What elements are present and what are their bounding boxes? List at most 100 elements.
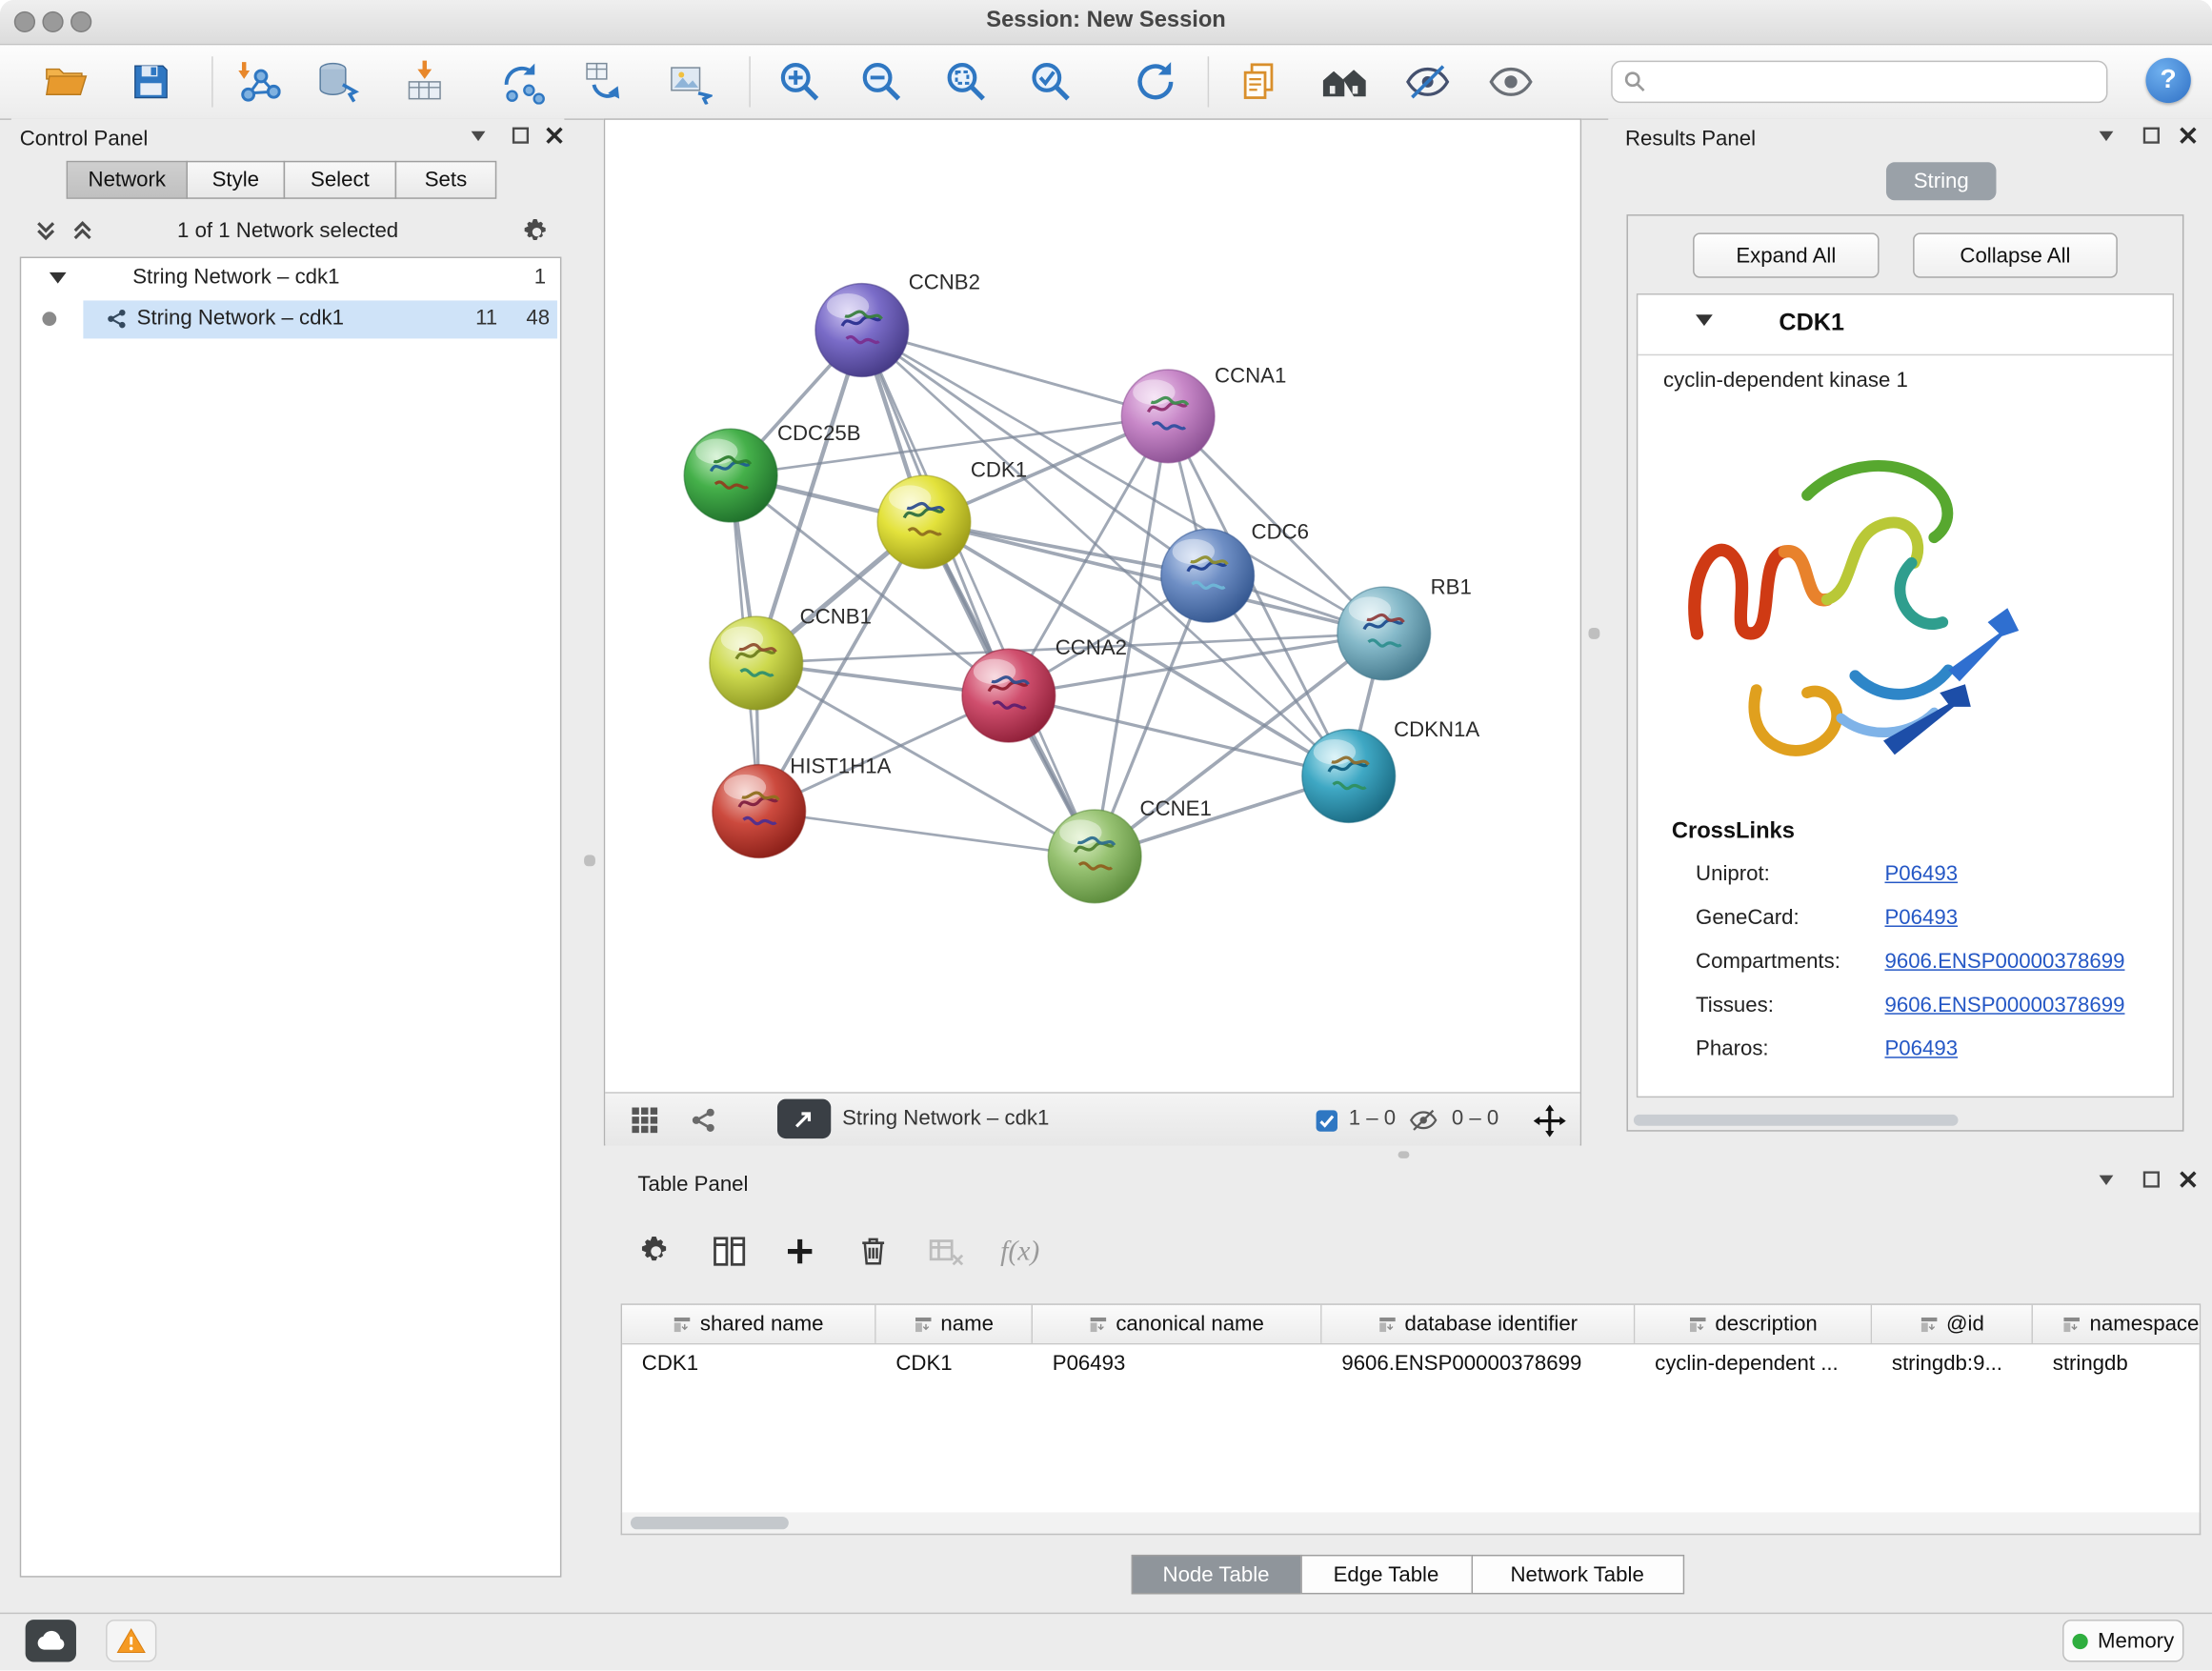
network-row-selected[interactable]: String Network – cdk1 11 48 — [21, 299, 560, 340]
column-header-database-identifier[interactable]: database identifier — [1322, 1305, 1636, 1343]
control-panel-menu-button[interactable] — [466, 124, 492, 147]
import-network-database-button[interactable] — [311, 53, 367, 110]
network-options-gear-button[interactable] — [522, 217, 552, 254]
scrollbar-thumb[interactable] — [631, 1517, 789, 1529]
column-header-shared-name[interactable]: shared name — [622, 1305, 876, 1343]
crosslink-link[interactable]: 9606.ENSP00000378699 — [1884, 950, 2124, 974]
tab-string[interactable]: String — [1886, 162, 1997, 200]
table-panel-float-button[interactable] — [2139, 1168, 2164, 1191]
collapse-all-button[interactable]: Collapse All — [1913, 232, 2118, 277]
crosslink-link[interactable]: P06493 — [1884, 1037, 1958, 1060]
import-network-file-button[interactable] — [230, 53, 286, 110]
vertical-splitter-handle[interactable] — [584, 855, 595, 866]
results-panel-float-button[interactable] — [2139, 124, 2164, 147]
memory-button[interactable]: Memory — [2062, 1620, 2183, 1661]
show-all-networks-button[interactable] — [1317, 53, 1373, 110]
control-panel-close-button[interactable] — [542, 124, 568, 147]
zoom-fit-button[interactable] — [938, 53, 995, 110]
hidden-eye-slash-icon[interactable] — [1403, 1100, 1442, 1139]
network-canvas[interactable]: CCNB2CCNA1CDC25BCDK1CDC6RB1CCNB1CCNA2CDK… — [605, 120, 1579, 1092]
clone-network-button[interactable] — [577, 53, 633, 110]
tab-network[interactable]: Network — [67, 161, 188, 199]
network-node-CCNA2[interactable] — [962, 649, 1056, 742]
table-cell[interactable]: 9606.ENSP00000378699 — [1322, 1344, 1636, 1382]
cloud-button[interactable] — [26, 1620, 76, 1661]
control-panel-float-button[interactable] — [508, 124, 533, 147]
column-header-description[interactable]: description — [1635, 1305, 1872, 1343]
results-panel-close-button[interactable] — [2176, 124, 2202, 147]
tab-edge-table[interactable]: Edge Table — [1300, 1555, 1473, 1594]
table-panel-close-button[interactable] — [2176, 1168, 2202, 1191]
function-builder-button[interactable]: f(x) — [996, 1227, 1044, 1275]
open-in-browser-button[interactable] — [777, 1099, 831, 1138]
column-header-canonical-name[interactable]: canonical name — [1033, 1305, 1322, 1343]
pan-mode-button[interactable] — [1529, 1100, 1568, 1139]
help-button[interactable]: ? — [2145, 58, 2190, 103]
table-cell[interactable]: stringdb:9... — [1872, 1344, 2033, 1382]
column-header-name[interactable]: name — [876, 1305, 1033, 1343]
expand-all-button[interactable]: Expand All — [1693, 232, 1879, 277]
copy-document-button[interactable] — [1232, 53, 1288, 110]
collection-disclosure-icon[interactable] — [50, 272, 67, 284]
table-cell[interactable]: cyclin-dependent ... — [1635, 1344, 1872, 1382]
add-column-button[interactable] — [775, 1227, 823, 1275]
show-hidden-button[interactable] — [1482, 53, 1538, 110]
tab-network-table[interactable]: Network Table — [1471, 1555, 1684, 1594]
network-node-CDC25B[interactable] — [684, 429, 777, 522]
tab-node-table[interactable]: Node Table — [1131, 1555, 1301, 1594]
database-import-icon — [316, 59, 361, 104]
crosslink-link[interactable]: 9606.ENSP00000378699 — [1884, 994, 2124, 1017]
birds-eye-view-button[interactable] — [625, 1100, 664, 1139]
network-node-HIST1H1A[interactable] — [713, 765, 806, 858]
delete-column-button[interactable] — [850, 1227, 897, 1275]
zoom-out-button[interactable] — [854, 53, 910, 110]
vertical-splitter-handle[interactable] — [1588, 628, 1599, 639]
hide-selected-button[interactable] — [1399, 53, 1456, 110]
zoom-in-button[interactable] — [772, 53, 828, 110]
save-session-button[interactable] — [123, 53, 179, 110]
open-session-button[interactable] — [37, 53, 93, 110]
selected-checkbox-icon[interactable] — [1306, 1100, 1345, 1139]
apply-layout-button[interactable] — [1127, 53, 1183, 110]
network-node-RB1[interactable] — [1337, 587, 1431, 680]
network-node-CCNA1[interactable] — [1121, 370, 1215, 463]
network-node-CCNB2[interactable] — [815, 284, 909, 377]
horizontal-splitter-handle[interactable] — [1398, 1151, 1410, 1158]
network-node-CCNE1[interactable] — [1048, 810, 1141, 903]
results-panel-menu-button[interactable] — [2094, 124, 2120, 147]
network-overview-button[interactable] — [684, 1100, 723, 1139]
export-image-button[interactable] — [662, 53, 718, 110]
table-cell[interactable]: CDK1 — [622, 1344, 876, 1382]
gene-section-header[interactable]: CDK1 — [1638, 295, 2172, 356]
table-cell[interactable]: P06493 — [1033, 1344, 1322, 1382]
crosslink-link[interactable]: P06493 — [1884, 862, 1958, 886]
network-node-CDKN1A[interactable] — [1302, 730, 1396, 823]
network-graph[interactable]: CCNB2CCNA1CDC25BCDK1CDC6RB1CCNB1CCNA2CDK… — [605, 120, 1579, 1092]
show-columns-button[interactable] — [705, 1227, 753, 1275]
new-network-from-selection-button[interactable] — [495, 53, 552, 110]
column-header--id[interactable]: @id — [1872, 1305, 2033, 1343]
tab-select[interactable]: Select — [284, 161, 396, 199]
network-node-CDK1[interactable] — [877, 475, 971, 569]
network-node-CCNB1[interactable] — [710, 616, 803, 710]
table-cell[interactable]: stringdb — [2033, 1344, 2201, 1382]
import-table-button[interactable] — [396, 53, 452, 110]
tab-sets[interactable]: Sets — [395, 161, 497, 199]
toolbar-search-field[interactable] — [1611, 61, 2107, 103]
table-row[interactable]: CDK1CDK1P064939606.ENSP00000378699cyclin… — [622, 1344, 2200, 1382]
column-header-namespace[interactable]: namespace — [2033, 1305, 2201, 1343]
table-cell[interactable]: CDK1 — [876, 1344, 1033, 1382]
results-scrollbar-thumb[interactable] — [1634, 1115, 1959, 1126]
network-status-dot — [42, 312, 56, 326]
network-collection-row[interactable]: String Network – cdk1 1 — [21, 258, 560, 299]
warnings-button[interactable] — [106, 1620, 156, 1661]
crosslink-link[interactable]: P06493 — [1884, 906, 1958, 930]
network-node-CDC6[interactable] — [1161, 529, 1255, 622]
table-horizontal-scrollbar[interactable] — [621, 1513, 2202, 1536]
table-settings-button[interactable] — [632, 1227, 679, 1275]
tab-style[interactable]: Style — [186, 161, 285, 199]
table-panel-menu-button[interactable] — [2094, 1168, 2120, 1191]
zoom-selected-button[interactable] — [1023, 53, 1079, 110]
search-input[interactable] — [1646, 70, 2106, 95]
gene-disclosure-icon[interactable] — [1696, 314, 1713, 326]
